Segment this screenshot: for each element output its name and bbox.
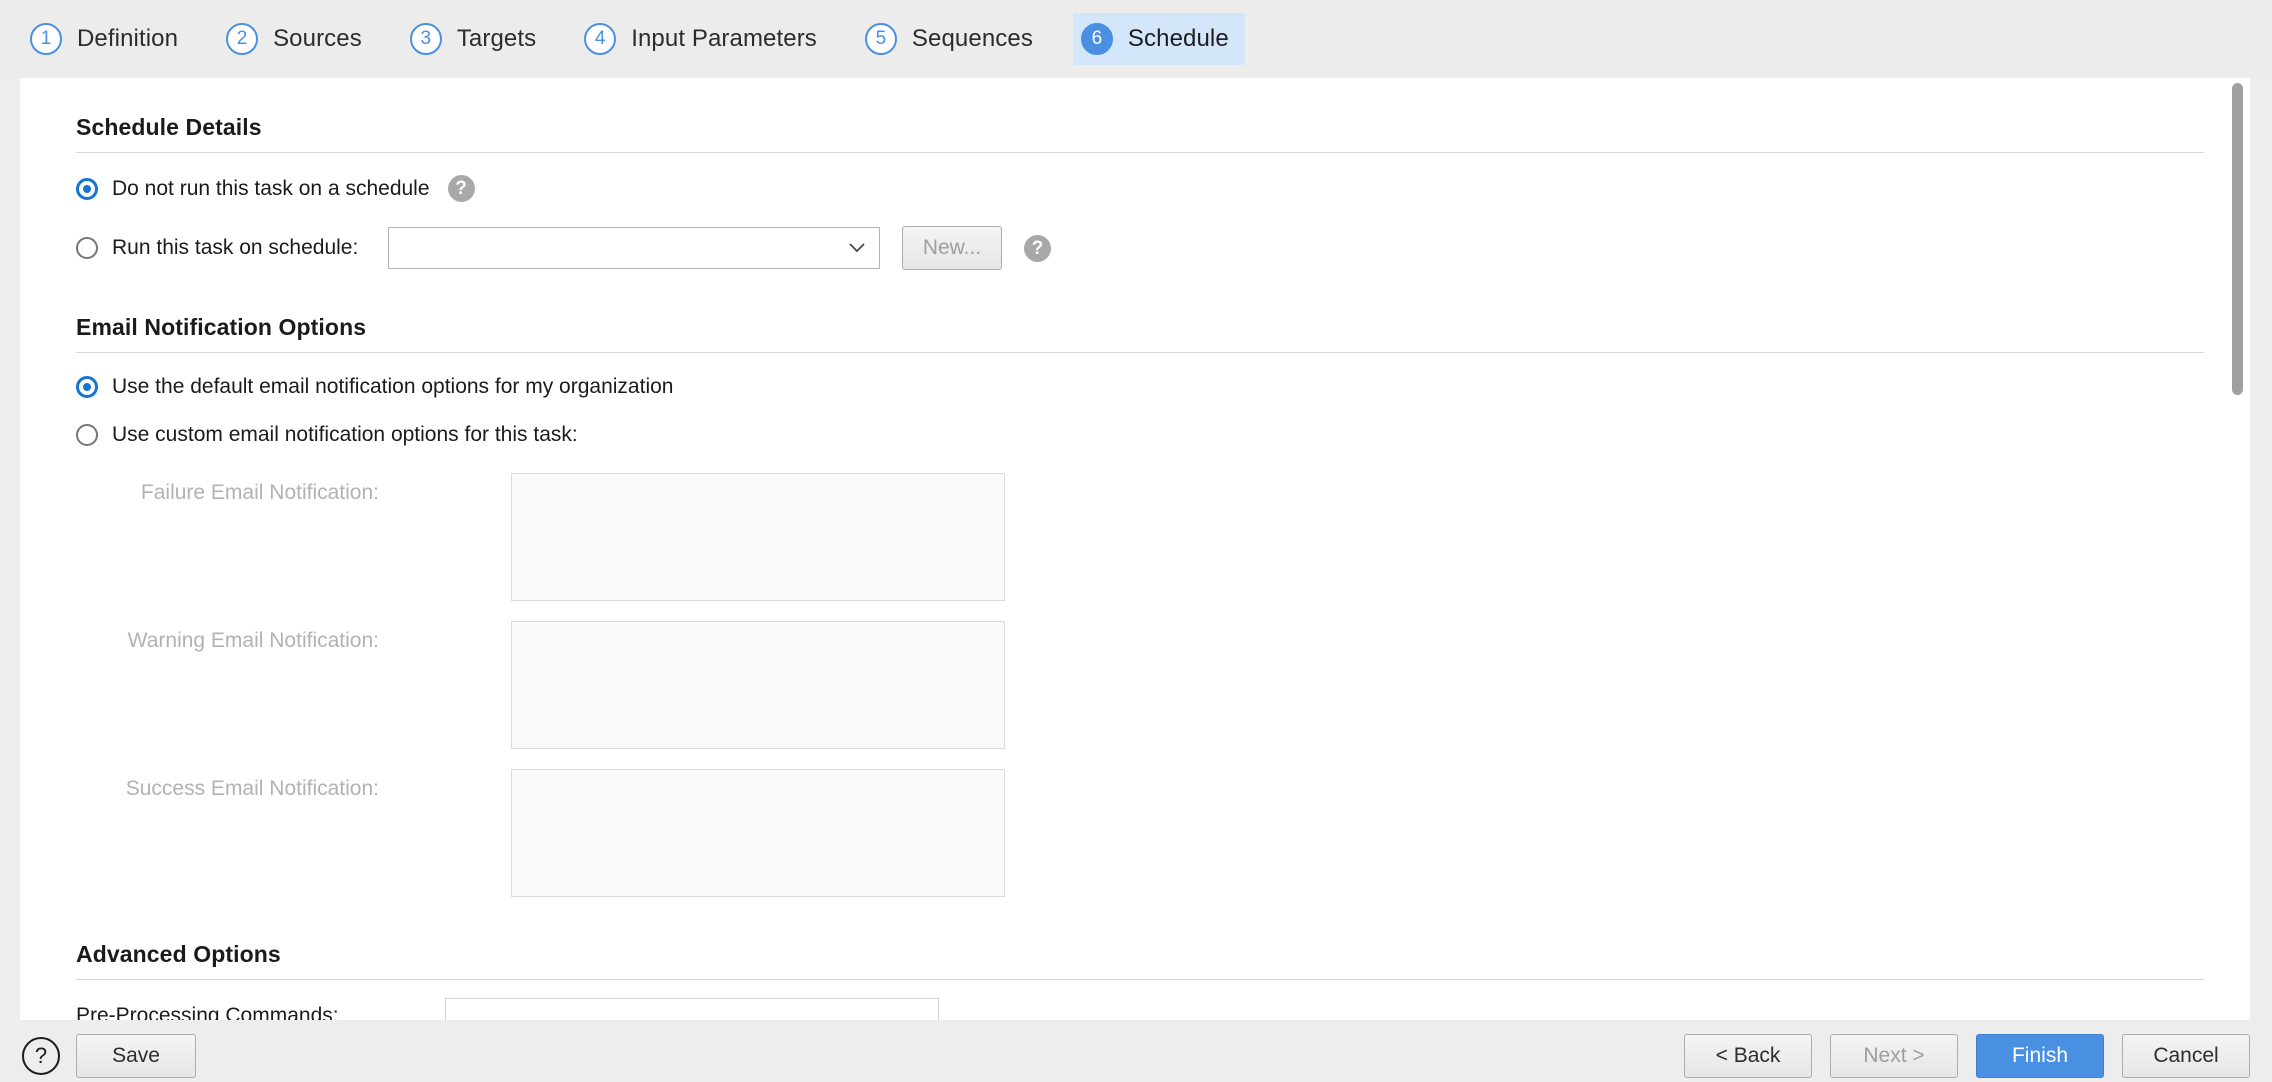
wizard-step-input-parameters[interactable]: 4 Input Parameters <box>576 13 833 65</box>
content-scrollbar[interactable] <box>2230 78 2244 1020</box>
default-email-option-row[interactable]: Use the default email notification optio… <box>76 375 2208 399</box>
next-button[interactable]: Next > <box>1830 1034 1958 1078</box>
content-scrollbar-thumb[interactable] <box>2232 83 2243 395</box>
run-on-schedule-row[interactable]: Run this task on schedule: New... ? <box>76 226 2208 270</box>
step-label: Sources <box>273 25 362 52</box>
email-notification-field-row: Failure Email Notification: <box>76 473 2208 601</box>
email-field-input <box>511 473 1005 601</box>
radio-default-email-options[interactable] <box>76 376 98 398</box>
step-number-badge: 5 <box>864 23 897 55</box>
radio-default-email-options-label: Use the default email notification optio… <box>112 375 674 398</box>
wizard-step-schedule[interactable]: 6 Schedule <box>1072 13 1245 65</box>
section-divider <box>76 979 2204 980</box>
step-label: Schedule <box>1127 25 1229 52</box>
pre-processing-commands-label: Pre-Processing Commands: <box>76 1004 339 1020</box>
new-schedule-button[interactable]: New... <box>902 226 1002 270</box>
back-button[interactable]: < Back <box>1684 1034 1812 1078</box>
no-schedule-row[interactable]: Do not run this task on a schedule ? <box>76 175 2208 202</box>
step-label: Definition <box>77 25 179 52</box>
step-number-badge: 6 <box>1080 23 1113 55</box>
radio-custom-email-options-label: Use custom email notification options fo… <box>112 423 578 446</box>
section-divider <box>76 152 2204 153</box>
radio-custom-email-options[interactable] <box>76 424 98 446</box>
help-icon-schedule[interactable]: ? <box>1024 234 1051 262</box>
wizard-content-panel: Schedule Details Do not run this task on… <box>20 78 2250 1020</box>
footer-left-group: ? Save <box>22 1034 196 1078</box>
email-notification-heading: Email Notification Options <box>76 314 367 340</box>
footer-right-group: < Back Next > Finish Cancel <box>1684 1034 2250 1078</box>
email-field-label: Success Email Notification: <box>125 777 379 800</box>
step-number-badge: 4 <box>584 23 617 55</box>
save-button[interactable]: Save <box>76 1034 196 1078</box>
wizard-step-sources[interactable]: 2 Sources <box>218 13 378 65</box>
schedule-details-heading: Schedule Details <box>76 114 262 140</box>
email-field-label: Warning Email Notification: <box>127 629 379 652</box>
help-icon-footer[interactable]: ? <box>22 1037 60 1075</box>
schedule-select[interactable] <box>388 227 880 269</box>
email-notification-field-row: Warning Email Notification: <box>76 621 2208 749</box>
email-field-input <box>511 769 1005 897</box>
custom-email-option-row[interactable]: Use custom email notification options fo… <box>76 423 2208 447</box>
wizard-step-bar: 1 Definition 2 Sources 3 Targets 4 Input Parame… <box>0 0 2272 78</box>
schedule-page-content: Schedule Details Do not run this task on… <box>20 78 2250 1020</box>
email-field-input <box>511 621 1005 749</box>
radio-do-not-run-label: Do not run this task on a schedule <box>112 176 430 200</box>
wizard-footer: ? Save < Back Next > Finish Cancel <box>0 1020 2272 1082</box>
radio-run-on-schedule-label: Run this task on schedule: <box>112 236 359 259</box>
step-number-badge: 3 <box>409 23 442 55</box>
step-number-badge: 1 <box>30 23 62 55</box>
email-notification-field-row: Success Email Notification: <box>76 769 2208 897</box>
step-number-badge: 2 <box>226 23 259 55</box>
finish-button[interactable]: Finish <box>1976 1034 2104 1078</box>
radio-run-on-schedule[interactable] <box>76 237 98 259</box>
email-field-label: Failure Email Notification: <box>140 481 379 504</box>
radio-do-not-run-on-schedule[interactable] <box>76 177 98 200</box>
help-icon-no-schedule[interactable]: ? <box>447 175 475 202</box>
step-label: Sequences <box>911 25 1033 52</box>
email-fields-group: Failure Email Notification: Warning Email… <box>76 473 2208 897</box>
cancel-button[interactable]: Cancel <box>2122 1034 2250 1078</box>
chevron-down-icon <box>849 243 865 253</box>
section-divider <box>76 352 2204 353</box>
advanced-options-heading: Advanced Options <box>76 941 281 967</box>
wizard-window: 1 Definition 2 Sources 3 Targets 4 Input Parame… <box>0 0 2272 1082</box>
step-label: Input Parameters <box>631 25 817 52</box>
step-label: Targets <box>456 25 537 52</box>
pre-processing-commands-row: Pre-Processing Commands: <box>76 998 2208 1020</box>
pre-processing-commands-input[interactable] <box>445 998 939 1020</box>
wizard-step-sequences[interactable]: 5 Sequences <box>857 13 1049 65</box>
wizard-step-targets[interactable]: 3 Targets <box>402 13 552 65</box>
wizard-step-definition[interactable]: 1 Definition <box>22 13 194 65</box>
schedule-select-value <box>389 228 879 246</box>
